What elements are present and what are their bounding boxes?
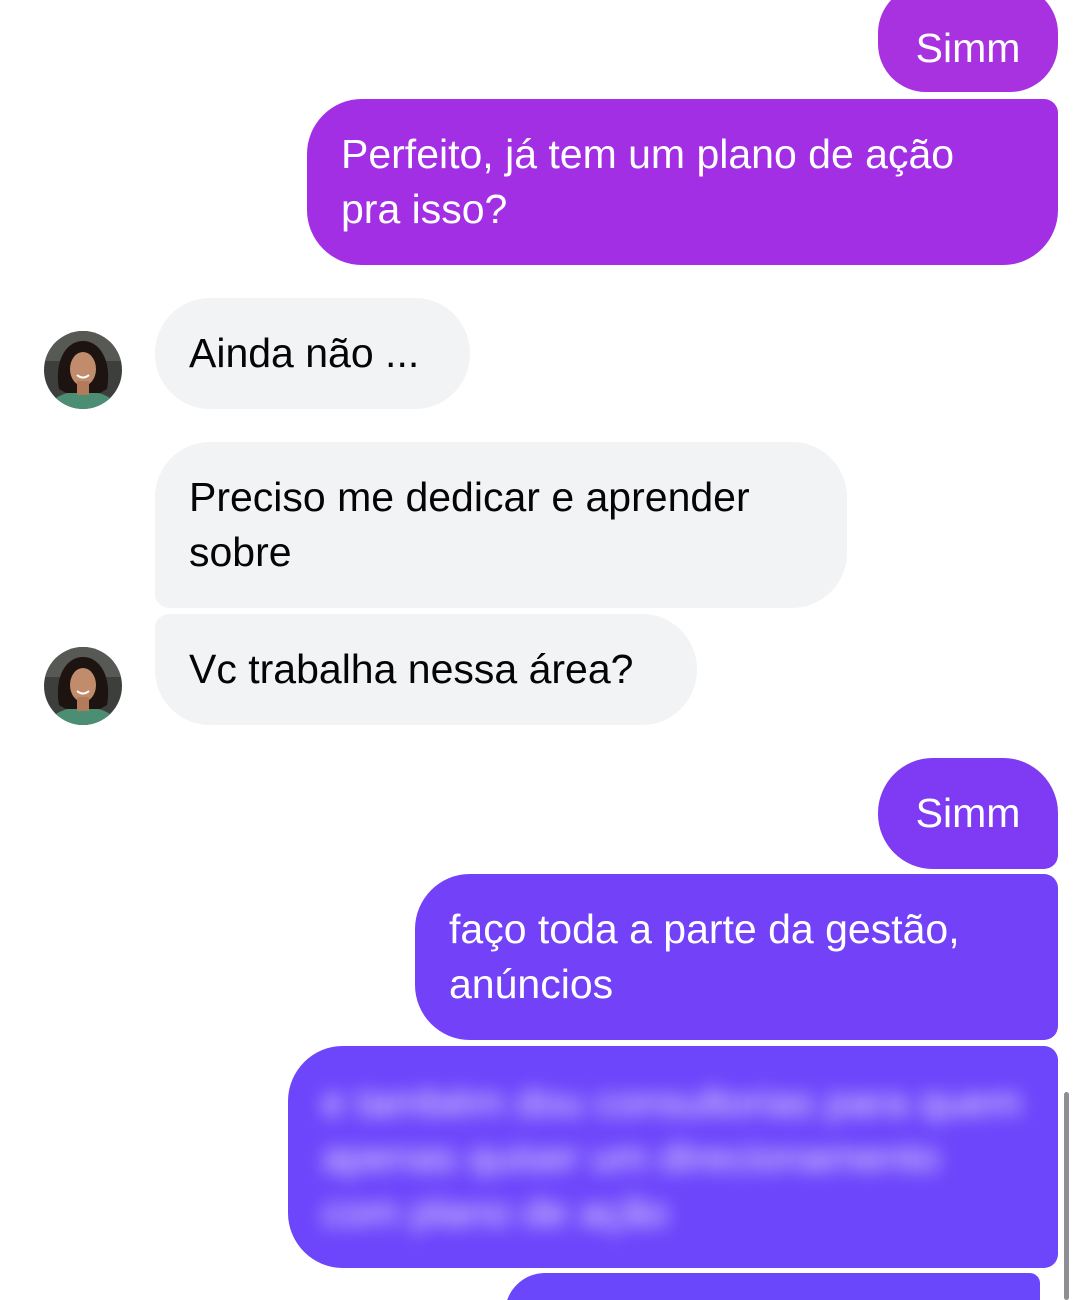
message-text: Simm bbox=[915, 790, 1021, 836]
outgoing-message-bubble[interactable]: Simm bbox=[878, 0, 1058, 92]
outgoing-message-bubble[interactable]: e também dou consultorias para quem apen… bbox=[288, 1046, 1058, 1268]
outgoing-message-bubble[interactable]: Perfeito, já tem um plano de ação pra is… bbox=[307, 99, 1058, 265]
message-text: Perfeito, já tem um plano de ação pra is… bbox=[341, 131, 955, 232]
message-text: Preciso me dedicar e aprender sobre bbox=[189, 474, 750, 575]
message-text: Vc trabalha nessa área? bbox=[189, 646, 634, 692]
incoming-message-bubble[interactable]: Vc trabalha nessa área? bbox=[155, 614, 697, 725]
outgoing-message-bubble[interactable]: faço toda a parte da gestão, anúncios bbox=[415, 874, 1058, 1040]
outgoing-message-bubble[interactable] bbox=[505, 1273, 1040, 1300]
message-text: e também dou consultorias para quem apen… bbox=[322, 1078, 1022, 1235]
scrollbar[interactable] bbox=[1064, 1092, 1069, 1300]
outgoing-message-bubble[interactable]: Simm bbox=[878, 758, 1058, 869]
profile-photo-avatar-icon bbox=[44, 331, 122, 409]
incoming-message-bubble[interactable]: Preciso me dedicar e aprender sobre bbox=[155, 442, 847, 608]
message-text: faço toda a parte da gestão, anúncios bbox=[449, 906, 960, 1007]
contact-avatar[interactable] bbox=[44, 331, 122, 409]
message-text: Simm bbox=[915, 25, 1021, 71]
contact-avatar[interactable] bbox=[44, 647, 122, 725]
profile-photo-avatar-icon bbox=[44, 647, 122, 725]
message-thread[interactable]: Simm Perfeito, já tem um plano de ação p… bbox=[0, 0, 1080, 1300]
incoming-message-bubble[interactable]: Ainda não ... bbox=[155, 298, 470, 409]
message-text: Ainda não ... bbox=[189, 330, 420, 376]
